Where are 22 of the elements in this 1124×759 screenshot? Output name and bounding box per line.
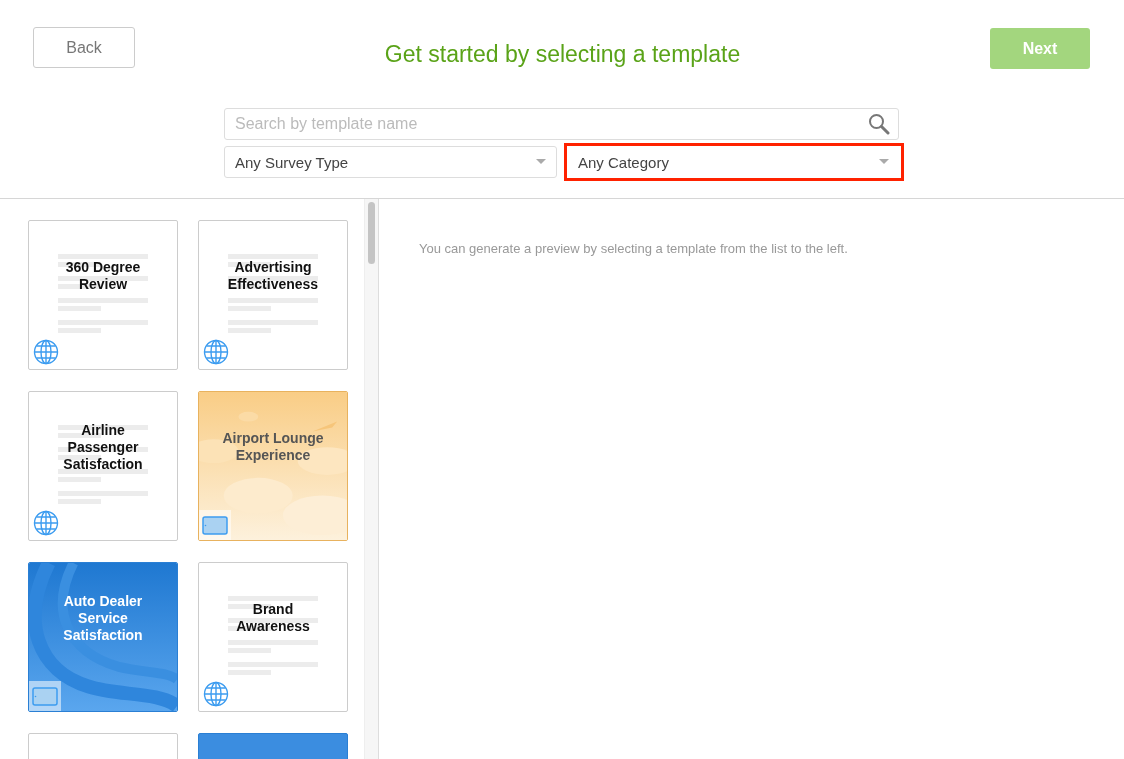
template-title: Airline Passenger Satisfaction <box>62 421 144 473</box>
dropdown[interactable]: Any Survey Type <box>224 146 557 178</box>
template-title: Advertising Effectiveness <box>226 259 320 293</box>
template-card[interactable]: Airport Lounge Experience <box>198 391 348 541</box>
template-title: Auto Dealer Service Satisfaction <box>62 592 144 644</box>
template-card[interactable]: Airline Passenger Satisfaction <box>28 391 178 541</box>
template-card[interactable]: Advertising Effectiveness <box>198 220 348 370</box>
template-title: 360 Degree Review <box>64 259 142 293</box>
preview-message: You can generate a preview by selecting a template from the list to the left. <box>419 241 848 256</box>
template-card[interactable]: Auto Dealer Service Satisfaction <box>28 562 178 712</box>
dropdown[interactable]: Any Category <box>564 143 904 181</box>
template-title: Brand Awareness <box>235 601 311 635</box>
template-title: Airport Lounge Experience <box>221 430 325 464</box>
caret-icon <box>879 159 889 165</box>
search-field[interactable]: Search by template name <box>224 108 899 140</box>
back-button[interactable]: Back <box>33 27 135 68</box>
template-card[interactable]: Brand Awareness <box>198 562 348 712</box>
scrollbar[interactable] <box>364 199 378 759</box>
caret-icon <box>536 159 546 165</box>
page-title: Get started by selecting a template <box>384 41 741 68</box>
template-card[interactable]: 360 Degree Review <box>28 220 178 370</box>
search-icon <box>868 113 890 135</box>
